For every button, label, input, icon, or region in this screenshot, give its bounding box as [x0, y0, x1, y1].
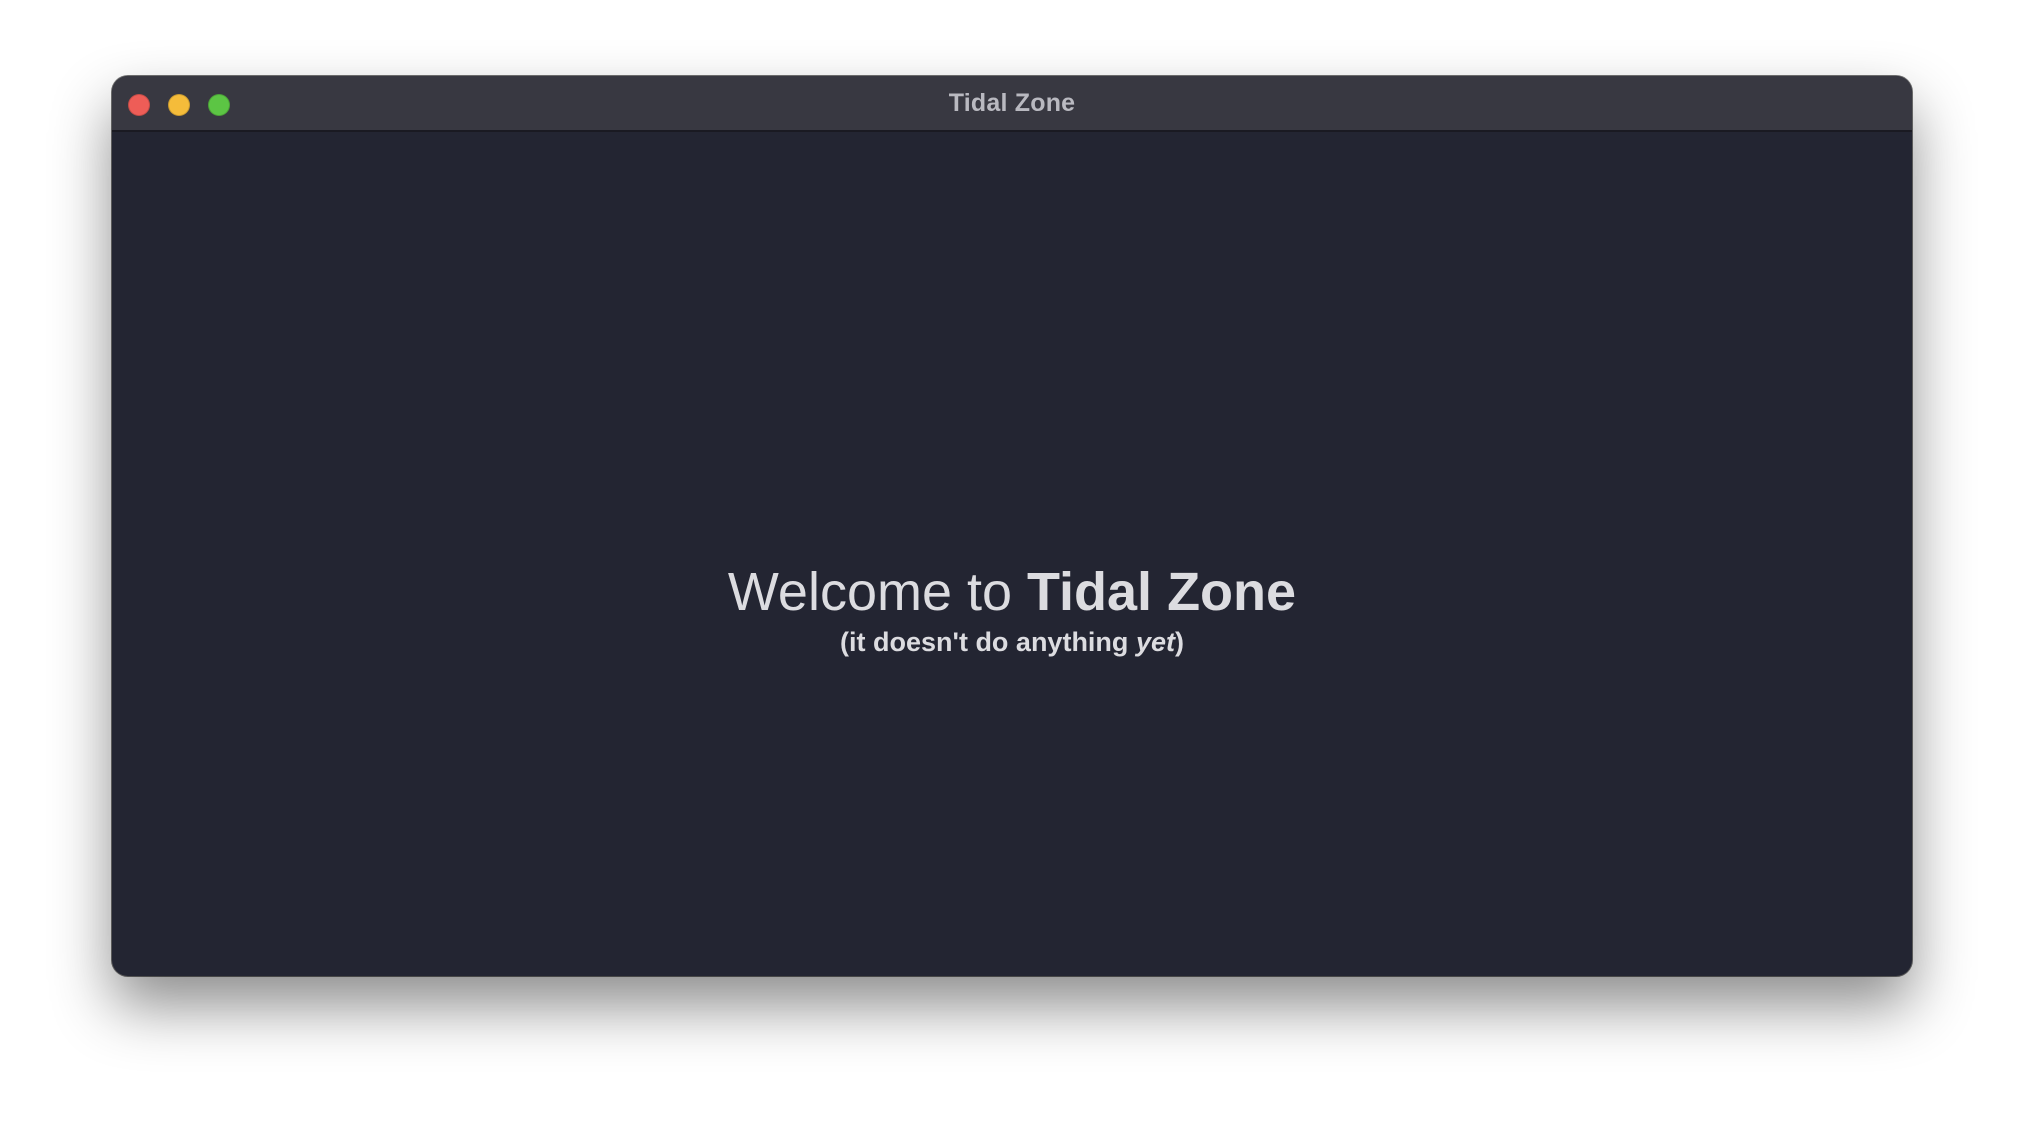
subtitle-open: (it doesn't do anything	[840, 627, 1136, 657]
app-window: Tidal Zone Welcome to Tidal Zone (it doe…	[112, 76, 1912, 976]
app-name: Tidal Zone	[1027, 562, 1297, 622]
welcome-heading: Welcome to Tidal Zone	[112, 562, 1912, 622]
subtitle-close: )	[1174, 627, 1184, 657]
welcome-prefix: Welcome to	[727, 562, 1028, 622]
title-bar[interactable]: Tidal Zone	[112, 76, 1912, 132]
subtitle-emphasis: yet	[1135, 627, 1175, 657]
welcome-subtitle: (it doesn't do anything yet)	[112, 626, 1912, 658]
main-content: Welcome to Tidal Zone (it doesn't do any…	[112, 132, 1912, 976]
window-title: Tidal Zone	[948, 89, 1076, 117]
